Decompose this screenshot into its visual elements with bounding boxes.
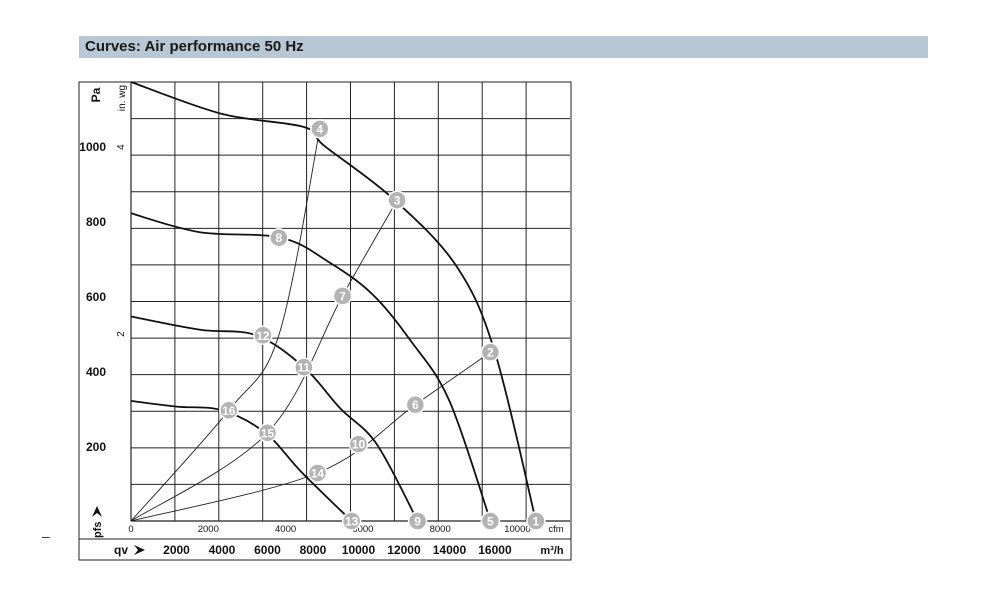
- x-tick-label-m3h: 12000: [387, 543, 421, 557]
- y-tick-label-inwg: 2: [116, 331, 127, 337]
- operating-point-label: 11: [298, 361, 311, 375]
- y-axis-unit-pa: Pa: [89, 87, 103, 102]
- flow-axis-label-qv: qv: [114, 543, 128, 557]
- x-tick-label-m3h: 8000: [300, 543, 327, 557]
- y-tick-label-pa: 200: [86, 440, 106, 454]
- x-tick-label-cfm: 10000: [504, 524, 530, 535]
- operating-point-label: 7: [339, 289, 346, 303]
- operating-point-label: 9: [414, 515, 421, 529]
- x-tick-label-m3h: 10000: [342, 543, 376, 557]
- x-tick-label-m3h: 16000: [478, 543, 512, 557]
- y-tick-label-pa: 600: [86, 290, 106, 304]
- x-tick-label-m3h: 4000: [209, 543, 236, 557]
- operating-point-label: 8: [276, 231, 283, 245]
- operating-point-label: 16: [222, 404, 236, 418]
- x-tick-label-cfm: 4000: [275, 524, 296, 535]
- pressure-axis-label-pfs: pfs: [92, 522, 104, 539]
- y-axis-unit-inwg: in. wg: [117, 85, 128, 111]
- operating-point-label: 15: [261, 426, 275, 440]
- x-axis-unit-m3h: m³/h: [540, 545, 564, 557]
- y-tick-label-inwg: 4: [116, 144, 127, 150]
- x-tick-label-m3h: 2000: [163, 543, 190, 557]
- x-axis-unit-cfm: cfm: [548, 524, 563, 535]
- operating-point-label: 6: [412, 398, 419, 412]
- operating-point-label: 14: [311, 466, 325, 480]
- operating-point-label: 5: [487, 515, 494, 529]
- y-tick-label-pa: 1000: [79, 140, 106, 154]
- x-tick-label-m3h: 14000: [433, 543, 467, 557]
- operating-point-label: 1: [533, 515, 540, 529]
- operating-point-label: 10: [352, 438, 366, 452]
- operating-point-label: 3: [394, 194, 401, 208]
- air-performance-chart: 200 400 600 800 1000 Pa in. wg 2 4 pfs 0 2000 4000 60…: [78, 81, 572, 561]
- x-tick-label-cfm: 8000: [430, 524, 451, 535]
- x-tick-label-cfm: 0: [128, 524, 133, 535]
- x-tick-label-m3h: 6000: [254, 543, 281, 557]
- operating-point-label: 13: [345, 515, 359, 529]
- operating-point-label: 4: [316, 122, 323, 136]
- y-tick-label-pa: 400: [86, 365, 106, 379]
- y-tick-label-pa: 800: [86, 215, 106, 229]
- operating-point-label: 12: [256, 329, 270, 343]
- operating-point-label: 2: [487, 346, 494, 360]
- x-tick-label-cfm: 2000: [198, 524, 219, 535]
